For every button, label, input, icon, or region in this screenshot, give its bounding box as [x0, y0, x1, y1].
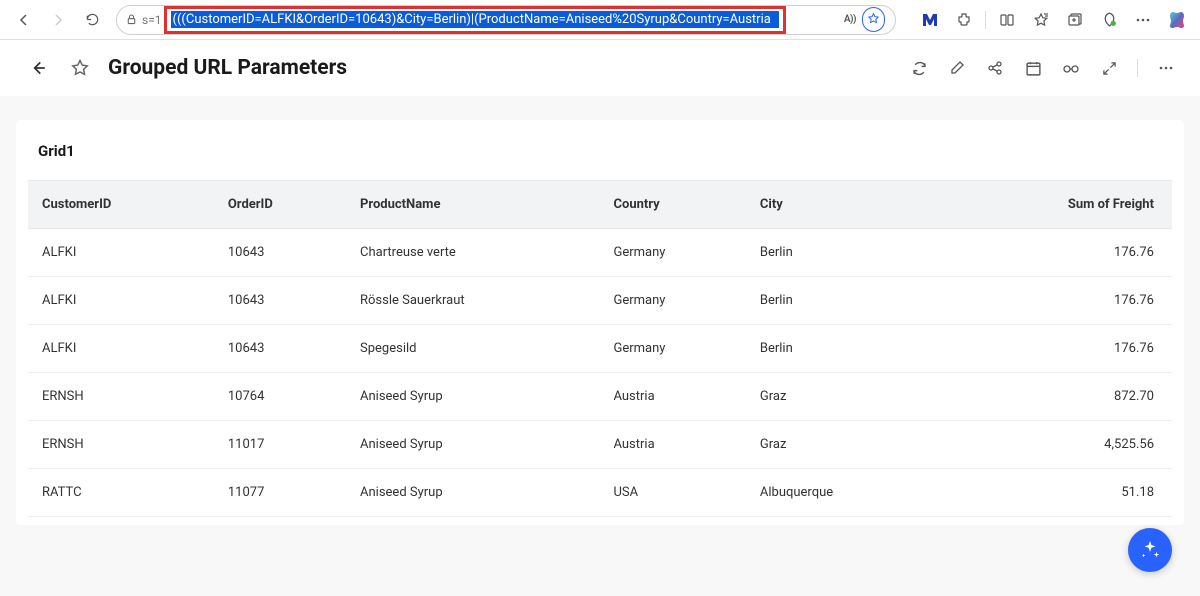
page-header-actions [909, 58, 1176, 78]
collections-icon[interactable] [1062, 6, 1088, 34]
more-menu-icon[interactable] [1130, 6, 1156, 34]
col-order-id[interactable]: OrderID [218, 181, 350, 229]
malwarebytes-icon[interactable] [917, 6, 943, 34]
data-table: CustomerID OrderID ProductName Country C… [28, 180, 1172, 517]
refresh-icon[interactable] [909, 58, 929, 78]
content-area: Grouped URL Parameters [0, 40, 1200, 596]
cell-sum-freight: 4,525.56 [940, 421, 1172, 469]
glasses-icon[interactable] [1061, 58, 1081, 78]
cell-customer-id: RATTC [28, 469, 218, 517]
cell-country: Austria [603, 373, 749, 421]
forward-button [44, 6, 72, 34]
browser-toolbar: s=1 (((CustomerID=ALFKI&OrderID=10643)&C… [0, 0, 1200, 40]
cell-product-name: Aniseed Syrup [350, 469, 603, 517]
cell-sum-freight: 51.18 [940, 469, 1172, 517]
expand-icon[interactable] [1099, 58, 1119, 78]
reload-button[interactable] [78, 6, 106, 34]
split-screen-icon[interactable] [994, 6, 1020, 34]
cell-product-name: Rössle Sauerkraut [350, 277, 603, 325]
grid-container: Grid1 CustomerID OrderID ProductName Cou… [16, 120, 1184, 525]
lock-icon [125, 13, 138, 26]
url-highlight-annotation: (((CustomerID=ALFKI&OrderID=10643)&City=… [164, 6, 786, 34]
cell-country: Germany [603, 325, 749, 373]
url-selected-text[interactable]: (((CustomerID=ALFKI&OrderID=10643)&City=… [171, 11, 779, 28]
share-icon[interactable] [985, 58, 1005, 78]
cell-city: Albuquerque [750, 469, 940, 517]
url-bar[interactable]: s=1 (((CustomerID=ALFKI&OrderID=10643)&C… [116, 5, 896, 35]
copilot-icon[interactable] [1164, 6, 1190, 34]
cell-customer-id: ERNSH [28, 421, 218, 469]
cell-customer-id: ERNSH [28, 373, 218, 421]
table-row[interactable]: ERNSH11017Aniseed SyrupAustriaGraz4,525.… [28, 421, 1172, 469]
cell-product-name: Chartreuse verte [350, 229, 603, 277]
url-prefix: s=1 [142, 13, 162, 27]
grid-title: Grid1 [16, 142, 1184, 180]
toolbar-divider [985, 11, 986, 29]
cell-customer-id: ALFKI [28, 229, 218, 277]
page-header: Grouped URL Parameters [0, 40, 1200, 96]
ai-assist-fab[interactable] [1128, 528, 1172, 572]
col-product-name[interactable]: ProductName [350, 181, 603, 229]
cell-country: USA [603, 469, 749, 517]
cell-order-id: 10764 [218, 373, 350, 421]
browser-essentials-icon[interactable] [1096, 6, 1122, 34]
cell-customer-id: ALFKI [28, 277, 218, 325]
cell-customer-id: ALFKI [28, 325, 218, 373]
schedule-icon[interactable] [1023, 58, 1043, 78]
cell-sum-freight: 176.76 [940, 325, 1172, 373]
col-sum-freight[interactable]: Sum of Freight [940, 181, 1172, 229]
cell-country: Austria [603, 421, 749, 469]
cell-city: Berlin [750, 325, 940, 373]
cell-order-id: 10643 [218, 229, 350, 277]
col-country[interactable]: Country [603, 181, 749, 229]
cell-sum-freight: 176.76 [940, 229, 1172, 277]
toolbar-right [917, 6, 1190, 34]
cell-city: Berlin [750, 229, 940, 277]
back-button[interactable] [10, 6, 38, 34]
cell-country: Germany [603, 229, 749, 277]
table-row[interactable]: ALFKI10643Chartreuse verteGermanyBerlin1… [28, 229, 1172, 277]
header-divider [1137, 59, 1138, 77]
cell-product-name: Spegesild [350, 325, 603, 373]
cell-city: Berlin [750, 277, 940, 325]
cell-city: Graz [750, 373, 940, 421]
cell-order-id: 11077 [218, 469, 350, 517]
cell-order-id: 10643 [218, 277, 350, 325]
edit-icon[interactable] [947, 58, 967, 78]
cell-order-id: 11017 [218, 421, 350, 469]
cell-sum-freight: 176.76 [940, 277, 1172, 325]
table-row[interactable]: ERNSH10764Aniseed SyrupAustriaGraz872.70 [28, 373, 1172, 421]
cell-product-name: Aniseed Syrup [350, 373, 603, 421]
cell-city: Graz [750, 421, 940, 469]
table-row[interactable]: ALFKI10643Rössle SauerkrautGermanyBerlin… [28, 277, 1172, 325]
cell-product-name: Aniseed Syrup [350, 421, 603, 469]
page-favorite-icon[interactable] [66, 54, 94, 82]
table-row[interactable]: ALFKI10643SpegesildGermanyBerlin176.76 [28, 325, 1172, 373]
extension-icon[interactable] [951, 6, 977, 34]
cell-country: Germany [603, 277, 749, 325]
cell-order-id: 10643 [218, 325, 350, 373]
favorite-star-icon[interactable] [862, 7, 885, 32]
col-city[interactable]: City [750, 181, 940, 229]
read-aloud-icon[interactable]: A)) [844, 14, 856, 25]
page-more-icon[interactable] [1156, 58, 1176, 78]
page-title: Grouped URL Parameters [108, 56, 347, 80]
cell-sum-freight: 872.70 [940, 373, 1172, 421]
table-header-row: CustomerID OrderID ProductName Country C… [28, 181, 1172, 229]
col-customer-id[interactable]: CustomerID [28, 181, 218, 229]
table-row[interactable]: RATTC11077Aniseed SyrupUSAAlbuquerque51.… [28, 469, 1172, 517]
page-back-button[interactable] [24, 54, 52, 82]
favorites-menu-icon[interactable] [1028, 6, 1054, 34]
